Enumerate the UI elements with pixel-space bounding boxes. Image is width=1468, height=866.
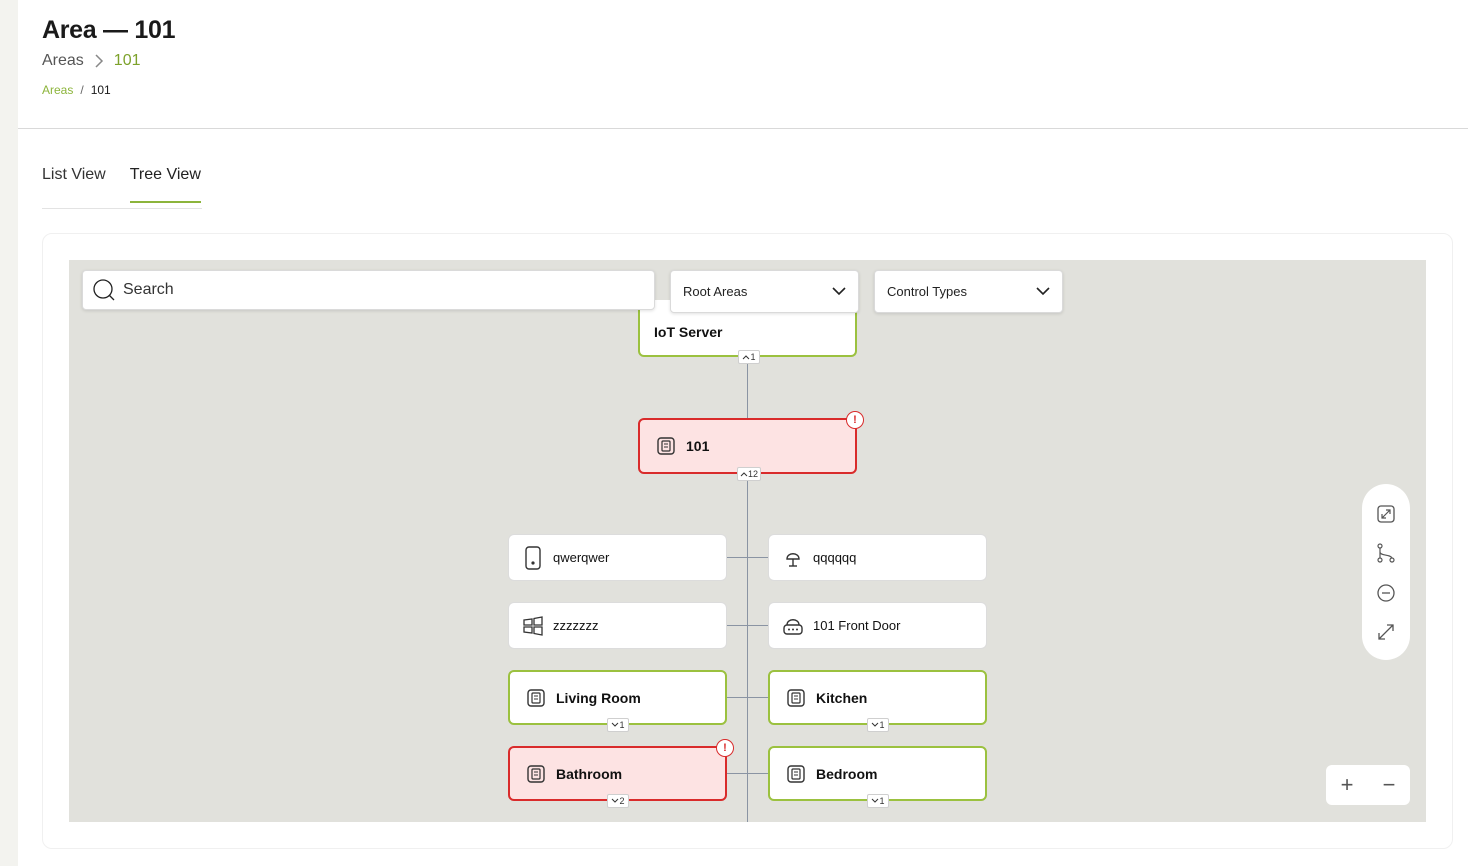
badge-count: 2 <box>619 796 625 806</box>
root-areas-select[interactable]: Root Areas <box>670 270 859 313</box>
chevron-down-icon <box>612 798 619 803</box>
fit-view-icon <box>1377 505 1395 523</box>
area-icon <box>524 686 548 710</box>
tree-node-zzzzzzz[interactable]: zzzzzzz <box>508 602 727 649</box>
expand-count-badge[interactable]: 1 <box>867 718 889 732</box>
breadcrumb: Areas / 101 <box>42 83 111 97</box>
tree-node-label: 101 <box>686 438 710 454</box>
search-icon <box>93 279 115 301</box>
tab-tree-view[interactable]: Tree View <box>129 166 201 203</box>
chevron-down-icon <box>872 722 879 727</box>
tree-node-bathroom[interactable]: Bathroom ! 2 <box>508 739 734 808</box>
tree-node-kitchen[interactable]: Kitchen 1 <box>768 670 987 732</box>
error-indicator: ! <box>846 411 864 429</box>
connector-line <box>747 466 748 822</box>
subtitle-breadcrumb-parent[interactable]: Areas <box>42 52 84 70</box>
badge-count: 1 <box>879 720 885 730</box>
breadcrumb-current: 101 <box>90 83 111 97</box>
tree-node-label: zzzzzzz <box>553 618 599 633</box>
connector-line <box>727 557 768 558</box>
breadcrumb-separator: / <box>80 83 84 97</box>
fit-view-button[interactable] <box>1374 502 1398 526</box>
control-types-select[interactable]: Control Types <box>874 270 1063 313</box>
tree-node-label: Bathroom <box>556 765 623 782</box>
tab-list-view[interactable]: List View <box>42 166 106 203</box>
subtitle-breadcrumb: Areas 101 <box>42 52 141 70</box>
connector-line <box>727 625 768 626</box>
area-icon <box>784 686 808 710</box>
page-header: Area — 101 Areas 101 Areas / 101 <box>18 0 1468 129</box>
badge-count: 1 <box>750 352 756 362</box>
tree-node-bedroom[interactable]: Bedroom 1 <box>768 746 987 808</box>
tree-node-101[interactable]: 101 ! 12 <box>638 411 864 481</box>
tree-node-label: IoT Server <box>654 324 723 340</box>
expand-count-badge[interactable]: 1 <box>738 350 760 364</box>
windows-icon <box>521 614 545 638</box>
router-icon <box>781 614 805 638</box>
chevron-right-icon <box>95 54 103 68</box>
hierarchy-button[interactable] <box>1374 542 1398 566</box>
chevron-up-icon <box>743 355 750 360</box>
collapse-button[interactable] <box>1374 581 1398 605</box>
fullscreen-icon <box>1378 624 1394 640</box>
badge-count: 1 <box>879 796 885 806</box>
zoom-out-button[interactable]: − <box>1383 772 1396 798</box>
tree-node-label: Bedroom <box>816 765 878 782</box>
search-box <box>82 270 655 310</box>
area-icon <box>784 762 808 786</box>
tree-node-label: qqqqqq <box>813 550 857 565</box>
tabs-divider <box>42 208 202 209</box>
breadcrumb-link-areas[interactable]: Areas <box>42 83 73 97</box>
search-input[interactable] <box>123 281 623 299</box>
expand-count-badge[interactable]: 1 <box>867 794 889 808</box>
area-icon <box>654 434 678 458</box>
connector-line <box>727 773 768 774</box>
expand-count-badge[interactable]: 2 <box>607 794 629 808</box>
page-title: Area — 101 <box>42 16 176 44</box>
control-types-select-value: Control Types <box>887 284 967 299</box>
expand-count-badge[interactable]: 1 <box>607 718 629 732</box>
area-icon <box>524 762 548 786</box>
badge-count: 12 <box>748 469 759 479</box>
chevron-down-icon <box>1036 287 1050 296</box>
fullscreen-button[interactable] <box>1374 621 1398 645</box>
main-content: Area — 101 Areas 101 Areas / 101 List View… <box>18 0 1468 866</box>
collapse-icon <box>1377 584 1395 602</box>
tree-canvas[interactable]: IoT Server 1 101 ! 12 qwerqwer qqqqqq zz… <box>69 260 1426 822</box>
chevron-down-icon <box>832 287 846 296</box>
view-tabs: List View Tree View <box>42 166 225 203</box>
tree-node-qqqqqq[interactable]: qqqqqq <box>768 534 987 581</box>
tree-node-label: 101 Front Door <box>813 618 901 633</box>
error-indicator: ! <box>716 739 734 757</box>
chevron-down-icon <box>612 722 619 727</box>
hierarchy-icon <box>1377 543 1395 563</box>
lamp-icon <box>781 546 805 570</box>
root-areas-select-value: Root Areas <box>683 284 748 299</box>
tree-node-label: Kitchen <box>816 689 868 706</box>
connector-line <box>727 697 768 698</box>
expand-count-badge[interactable]: 12 <box>737 467 762 481</box>
tree-node-label: qwerqwer <box>553 550 610 565</box>
tree-node-101-front-door[interactable]: 101 Front Door <box>768 602 987 649</box>
chevron-down-icon <box>872 798 879 803</box>
badge-count: 1 <box>619 720 625 730</box>
subtitle-breadcrumb-current: 101 <box>113 52 141 69</box>
tree-node-qwerqwer[interactable]: qwerqwer <box>508 534 727 581</box>
tablet-icon <box>521 545 545 570</box>
chevron-up-icon <box>740 472 748 477</box>
tree-node-living-room[interactable]: Living Room 1 <box>508 670 727 732</box>
canvas-controls <box>1362 484 1410 660</box>
zoom-in-button[interactable]: + <box>1341 772 1354 798</box>
tree-node-label: Living Room <box>556 689 641 706</box>
zoom-controls: + − <box>1326 765 1410 805</box>
